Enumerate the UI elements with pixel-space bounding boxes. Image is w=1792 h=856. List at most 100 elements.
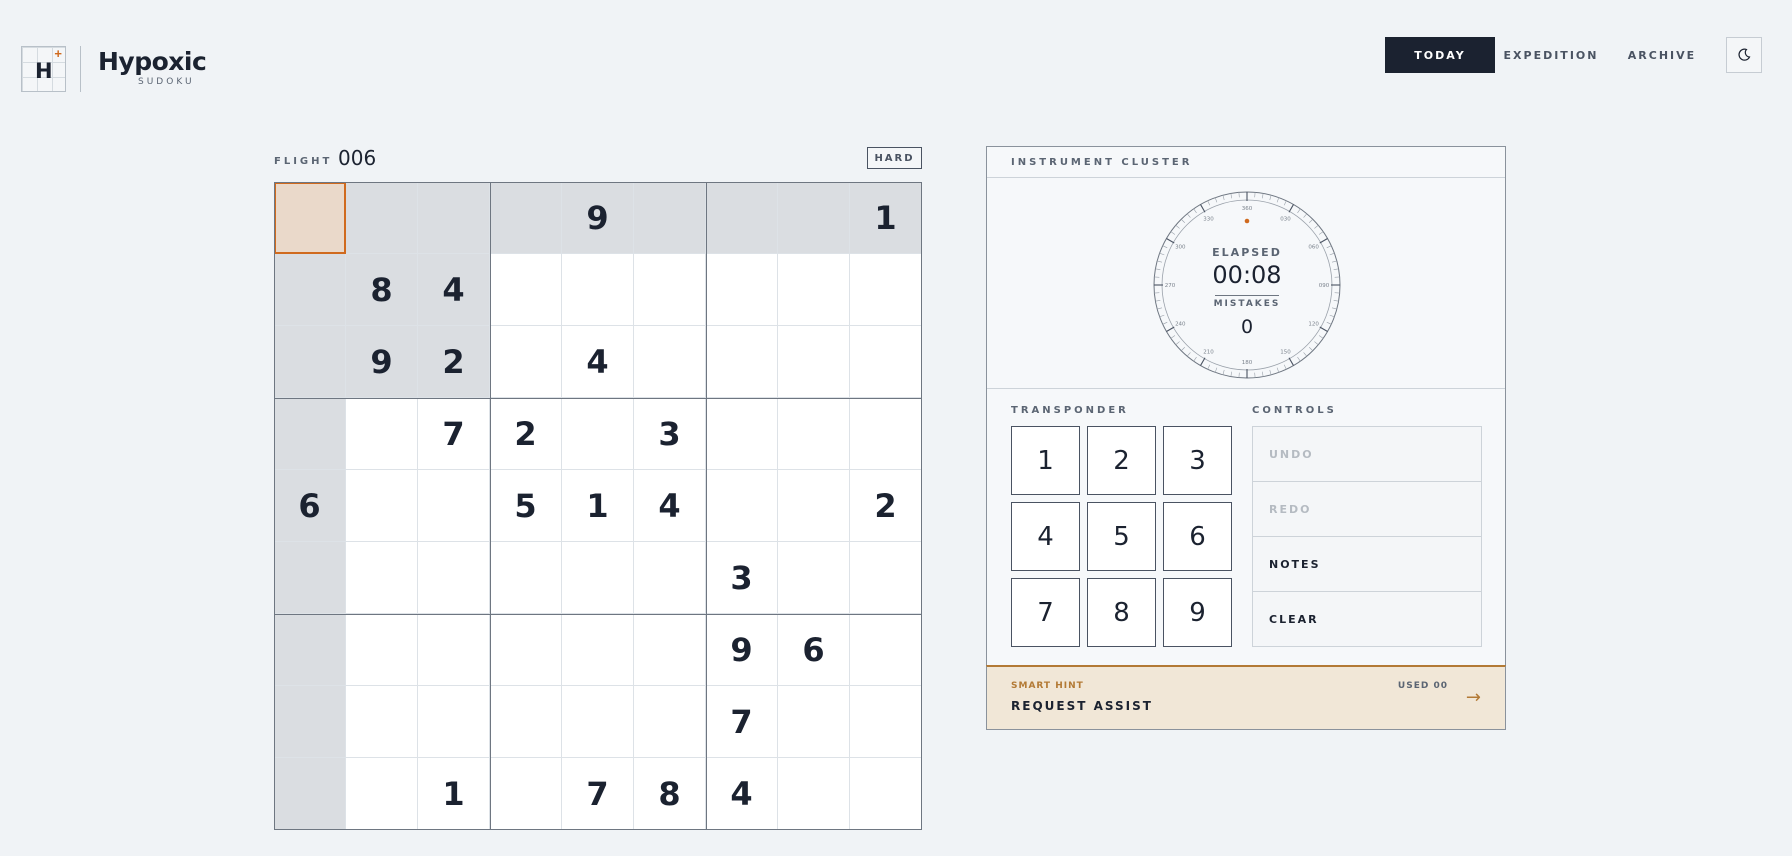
sudoku-cell[interactable] <box>490 182 562 254</box>
sudoku-cell[interactable] <box>778 326 850 398</box>
sudoku-cell[interactable] <box>274 326 346 398</box>
sudoku-cell[interactable] <box>634 614 706 686</box>
keypad-key-7[interactable]: 7 <box>1011 578 1080 647</box>
sudoku-cell[interactable] <box>346 686 418 758</box>
sudoku-cell[interactable] <box>778 254 850 326</box>
notes-button[interactable]: NOTES <box>1253 537 1481 592</box>
sudoku-cell[interactable] <box>418 470 490 542</box>
sudoku-cell[interactable] <box>274 614 346 686</box>
sudoku-cell[interactable] <box>634 542 706 614</box>
sudoku-cell[interactable] <box>778 182 850 254</box>
sudoku-cell[interactable] <box>562 686 634 758</box>
sudoku-cell[interactable] <box>706 326 778 398</box>
sudoku-cell[interactable]: 1 <box>418 758 490 830</box>
redo-button[interactable]: REDO <box>1253 482 1481 537</box>
keypad-key-8[interactable]: 8 <box>1087 578 1156 647</box>
sudoku-cell[interactable] <box>274 686 346 758</box>
theme-toggle-button[interactable] <box>1726 37 1762 73</box>
sudoku-cell[interactable] <box>634 686 706 758</box>
sudoku-cell[interactable] <box>490 758 562 830</box>
sudoku-cell[interactable] <box>490 542 562 614</box>
sudoku-cell[interactable] <box>778 470 850 542</box>
sudoku-cell[interactable] <box>346 542 418 614</box>
tab-today[interactable]: TODAY <box>1385 37 1495 73</box>
sudoku-cell[interactable] <box>850 398 922 470</box>
sudoku-cell[interactable] <box>706 254 778 326</box>
sudoku-cell[interactable] <box>418 182 490 254</box>
sudoku-cell[interactable]: 6 <box>274 470 346 542</box>
sudoku-cell[interactable]: 9 <box>346 326 418 398</box>
keypad-key-1[interactable]: 1 <box>1011 426 1080 495</box>
keypad-key-5[interactable]: 5 <box>1087 502 1156 571</box>
sudoku-cell[interactable] <box>562 398 634 470</box>
sudoku-cell[interactable] <box>562 542 634 614</box>
sudoku-cell[interactable] <box>850 614 922 686</box>
sudoku-cell[interactable]: 9 <box>562 182 634 254</box>
sudoku-cell[interactable] <box>850 326 922 398</box>
sudoku-cell[interactable]: 1 <box>562 470 634 542</box>
tab-archive[interactable]: ARCHIVE <box>1607 37 1717 73</box>
sudoku-cell[interactable] <box>490 326 562 398</box>
sudoku-cell[interactable] <box>706 398 778 470</box>
sudoku-cell[interactable] <box>778 758 850 830</box>
sudoku-cell[interactable]: 8 <box>346 254 418 326</box>
keypad-key-9[interactable]: 9 <box>1163 578 1232 647</box>
sudoku-cell[interactable]: 4 <box>562 326 634 398</box>
sudoku-cell[interactable] <box>778 686 850 758</box>
sudoku-cell[interactable] <box>418 614 490 686</box>
sudoku-cell[interactable] <box>634 254 706 326</box>
sudoku-cell[interactable]: 7 <box>562 758 634 830</box>
clear-button[interactable]: CLEAR <box>1253 592 1481 647</box>
sudoku-cell[interactable] <box>706 470 778 542</box>
sudoku-cell[interactable] <box>346 470 418 542</box>
sudoku-cell[interactable]: 2 <box>850 470 922 542</box>
sudoku-cell[interactable] <box>850 686 922 758</box>
sudoku-cell[interactable]: 3 <box>634 398 706 470</box>
sudoku-cell[interactable]: 2 <box>418 326 490 398</box>
sudoku-cell[interactable] <box>346 182 418 254</box>
keypad-key-4[interactable]: 4 <box>1011 502 1080 571</box>
sudoku-cell[interactable] <box>634 182 706 254</box>
sudoku-cell[interactable]: 7 <box>418 398 490 470</box>
sudoku-cell[interactable] <box>850 254 922 326</box>
sudoku-cell[interactable]: 9 <box>706 614 778 686</box>
sudoku-cell[interactable] <box>346 398 418 470</box>
sudoku-cell[interactable] <box>778 542 850 614</box>
sudoku-cell[interactable] <box>346 758 418 830</box>
smart-hint-button[interactable]: SMART HINT REQUEST ASSIST USED 00 → <box>986 665 1506 730</box>
sudoku-cell[interactable] <box>634 326 706 398</box>
sudoku-cell[interactable] <box>706 182 778 254</box>
sudoku-cell[interactable] <box>562 254 634 326</box>
sudoku-cell[interactable] <box>274 542 346 614</box>
sudoku-cell[interactable]: 4 <box>634 470 706 542</box>
sudoku-cell[interactable] <box>274 182 346 254</box>
sudoku-cell[interactable] <box>346 614 418 686</box>
tab-expedition[interactable]: EXPEDITION <box>1495 37 1607 73</box>
keypad-key-3[interactable]: 3 <box>1163 426 1232 495</box>
sudoku-cell[interactable] <box>490 686 562 758</box>
sudoku-cell[interactable] <box>418 686 490 758</box>
sudoku-cell[interactable] <box>274 398 346 470</box>
keypad-key-2[interactable]: 2 <box>1087 426 1156 495</box>
sudoku-cell[interactable] <box>490 614 562 686</box>
sudoku-cell[interactable]: 7 <box>706 686 778 758</box>
logo[interactable]: H + <box>21 46 66 92</box>
sudoku-cell[interactable]: 4 <box>706 758 778 830</box>
sudoku-cell[interactable] <box>274 254 346 326</box>
sudoku-cell[interactable] <box>418 542 490 614</box>
sudoku-cell[interactable]: 2 <box>490 398 562 470</box>
sudoku-cell[interactable]: 1 <box>850 182 922 254</box>
undo-button[interactable]: UNDO <box>1253 427 1481 482</box>
sudoku-cell[interactable] <box>850 758 922 830</box>
sudoku-cell[interactable] <box>562 614 634 686</box>
sudoku-cell[interactable] <box>490 254 562 326</box>
sudoku-cell[interactable] <box>778 398 850 470</box>
keypad-key-6[interactable]: 6 <box>1163 502 1232 571</box>
sudoku-cell[interactable]: 8 <box>634 758 706 830</box>
sudoku-cell[interactable] <box>274 758 346 830</box>
sudoku-cell[interactable]: 5 <box>490 470 562 542</box>
sudoku-cell[interactable] <box>850 542 922 614</box>
sudoku-cell[interactable]: 6 <box>778 614 850 686</box>
sudoku-cell[interactable]: 3 <box>706 542 778 614</box>
sudoku-cell[interactable]: 4 <box>418 254 490 326</box>
